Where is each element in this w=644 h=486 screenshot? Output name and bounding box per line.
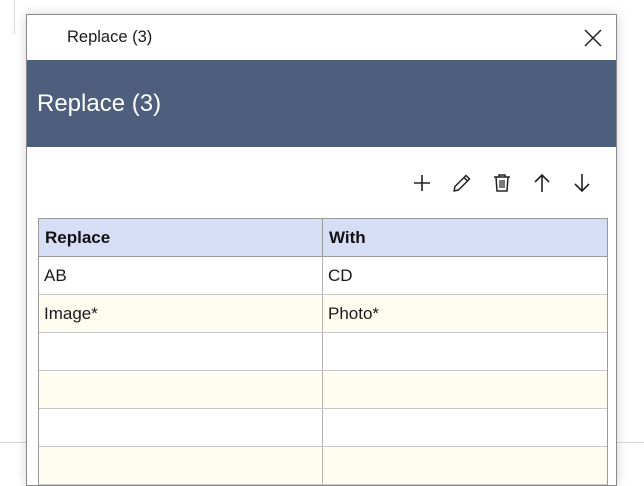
- table-row[interactable]: [39, 447, 607, 485]
- window-title: Replace (3): [67, 28, 153, 46]
- table-row[interactable]: AB CD: [39, 257, 607, 295]
- with-cell[interactable]: [323, 409, 607, 446]
- with-cell[interactable]: CD: [323, 257, 607, 294]
- plus-icon: [414, 175, 430, 191]
- close-button[interactable]: [570, 15, 616, 60]
- arrow-up-icon: [534, 173, 550, 192]
- replace-cell[interactable]: [39, 333, 323, 370]
- replace-dialog: Replace (3) Replace (3) Replace With AB …: [26, 14, 617, 486]
- background-window-edge: [0, 0, 15, 34]
- with-cell[interactable]: Photo*: [323, 295, 607, 332]
- column-header-with[interactable]: With: [323, 219, 607, 256]
- replace-cell[interactable]: Image*: [39, 295, 323, 332]
- column-header-replace[interactable]: Replace: [39, 219, 323, 256]
- page-title: Replace (3): [37, 90, 162, 117]
- replace-cell[interactable]: [39, 371, 323, 408]
- header-band: Replace (3): [27, 60, 616, 147]
- with-cell[interactable]: [323, 333, 607, 370]
- table-header: Replace With: [39, 219, 607, 257]
- close-icon: [584, 28, 602, 47]
- table-row[interactable]: [39, 333, 607, 371]
- replace-cell[interactable]: [39, 409, 323, 446]
- trash-icon: [494, 174, 510, 192]
- replace-table: Replace With AB CD Image* Photo*: [38, 218, 608, 485]
- pencil-icon: [453, 174, 471, 192]
- table-row[interactable]: Image* Photo*: [39, 295, 607, 333]
- delete-button[interactable]: [487, 168, 517, 198]
- toolbar: [407, 168, 597, 198]
- add-button[interactable]: [407, 168, 437, 198]
- edit-button[interactable]: [447, 168, 477, 198]
- arrow-down-icon: [574, 174, 590, 193]
- move-down-button[interactable]: [567, 168, 597, 198]
- table-row[interactable]: [39, 409, 607, 447]
- move-up-button[interactable]: [527, 168, 557, 198]
- table-row[interactable]: [39, 371, 607, 409]
- title-bar[interactable]: Replace (3): [27, 15, 616, 60]
- with-cell[interactable]: [323, 371, 607, 408]
- replace-cell[interactable]: AB: [39, 257, 323, 294]
